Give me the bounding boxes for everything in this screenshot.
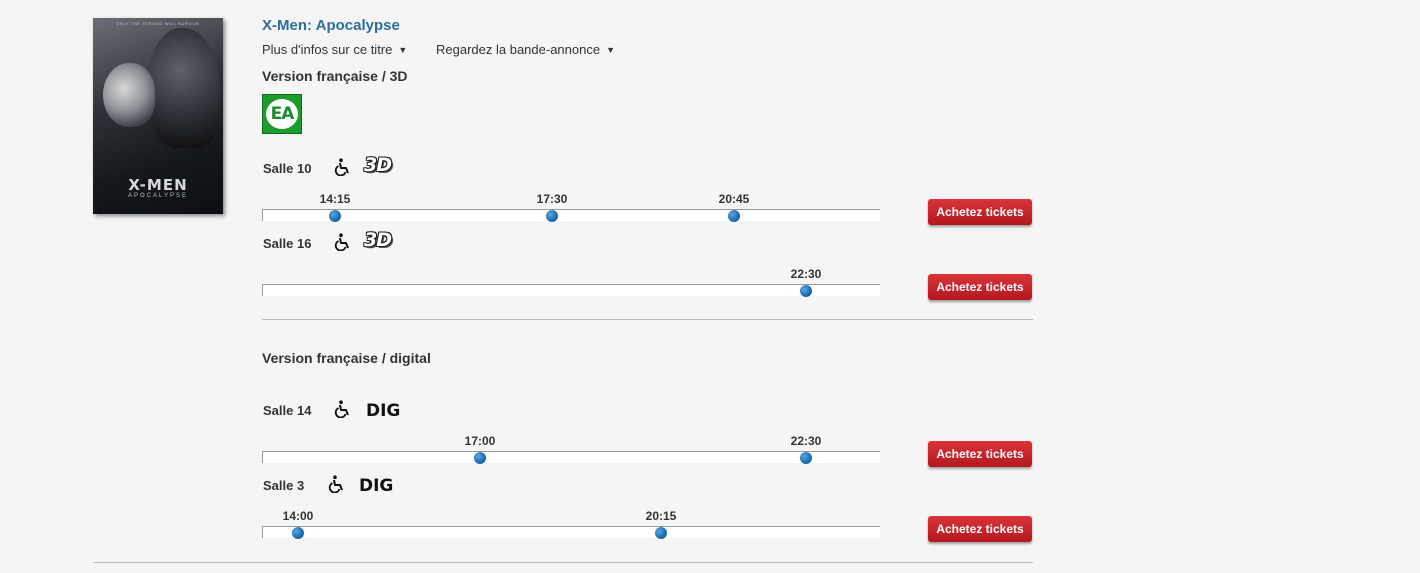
- version-title-digital: Version française / digital: [262, 350, 431, 366]
- showtime-timeline: [262, 284, 880, 296]
- wheelchair-icon: [334, 158, 349, 176]
- showtime-label: 14:15: [319, 192, 351, 206]
- showtime-label: 22:30: [790, 434, 822, 448]
- poster-title: X-MEN: [128, 176, 188, 194]
- format-dig-icon: DIG: [359, 476, 394, 496]
- buy-tickets-button[interactable]: Achetez tickets: [928, 441, 1032, 467]
- poster-tagline: ONLY THE STRONG WILL SURVIVE: [116, 21, 200, 26]
- showtime-label: 14:00: [282, 509, 314, 523]
- showtime-timeline: [262, 526, 880, 538]
- more-info-dropdown[interactable]: Plus d'infos sur ce titre ▼: [262, 42, 407, 57]
- room-label: Salle 3: [263, 478, 305, 493]
- showtime-label: 22:30: [790, 267, 822, 281]
- ea-badge-label: EA: [266, 99, 298, 129]
- showtime-label: 17:00: [464, 434, 496, 448]
- movie-title-link[interactable]: X-Men: Apocalypse: [262, 17, 400, 34]
- showtime-label: 20:45: [718, 192, 750, 206]
- wheelchair-icon: [334, 400, 349, 418]
- showtime-label: 20:15: [645, 509, 677, 523]
- trailer-dropdown[interactable]: Regardez la bande-annonce ▼: [436, 42, 615, 57]
- showtime-dot[interactable]: [474, 452, 486, 464]
- format-dig-icon: DIG: [366, 401, 401, 421]
- caret-down-icon: ▼: [398, 45, 408, 55]
- showtime-dot[interactable]: [728, 210, 740, 222]
- wheelchair-icon: [328, 475, 343, 493]
- room-label: Salle 16: [263, 236, 312, 251]
- poster-face: [103, 63, 155, 127]
- room-label: Salle 10: [263, 161, 312, 176]
- showtime-dot[interactable]: [655, 527, 667, 539]
- buy-tickets-button[interactable]: Achetez tickets: [928, 516, 1032, 542]
- buy-tickets-button[interactable]: Achetez tickets: [928, 199, 1032, 225]
- showtime-label: 17:30: [536, 192, 568, 206]
- showtime-timeline: [262, 209, 880, 221]
- wheelchair-icon: [334, 233, 349, 251]
- caret-down-icon: ▼: [606, 45, 615, 55]
- more-info-label: Plus d'infos sur ce titre: [262, 42, 393, 57]
- version-title-3d: Version française / 3D: [262, 68, 408, 84]
- showtime-dot[interactable]: [800, 285, 812, 297]
- poster-subtitle: APOCALYPSE: [128, 193, 188, 199]
- poster-figure: [148, 28, 220, 148]
- ea-badge-icon: EA: [262, 94, 302, 134]
- movie-divider: [93, 562, 1033, 563]
- room-label: Salle 14: [263, 403, 312, 418]
- buy-tickets-button[interactable]: Achetez tickets: [928, 274, 1032, 300]
- showtime-dot[interactable]: [800, 452, 812, 464]
- showtime-dot[interactable]: [329, 210, 341, 222]
- format-3d-icon: 3D: [364, 154, 392, 176]
- showtime-dot[interactable]: [292, 527, 304, 539]
- showtime-timeline: [262, 451, 880, 463]
- showtime-dot[interactable]: [546, 210, 558, 222]
- format-3d-icon: 3D: [364, 229, 392, 251]
- section-divider: [262, 319, 1033, 320]
- trailer-label: Regardez la bande-annonce: [436, 42, 601, 57]
- movie-poster[interactable]: ONLY THE STRONG WILL SURVIVE X-MEN APOCA…: [93, 18, 223, 214]
